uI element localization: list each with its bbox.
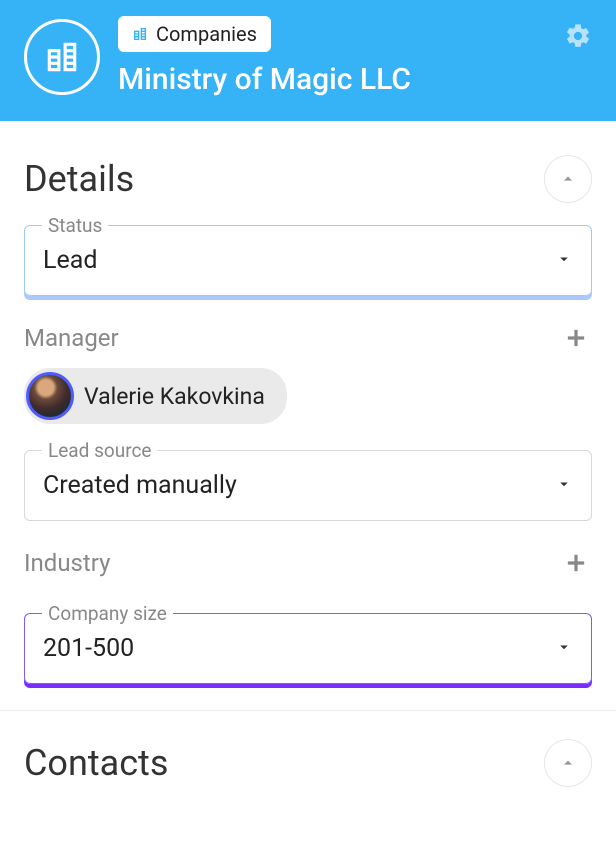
add-manager-button[interactable] [560,322,592,354]
company-size-field: Company size 201-500 [24,613,592,684]
gear-icon [564,22,592,50]
contacts-section-header: Contacts [24,711,592,787]
caret-down-icon [555,471,573,500]
manager-pill[interactable]: Valerie Kakovkina [24,368,287,424]
avatar [26,372,74,420]
status-field: Status Lead [24,225,592,296]
manager-row-header: Manager [24,322,592,354]
manager-label: Manager [24,324,119,352]
caret-down-icon [555,634,573,663]
chevron-up-icon [558,753,578,773]
caret-down-icon [555,246,573,275]
plus-icon [563,325,589,351]
company-avatar-circle [24,19,100,95]
settings-button[interactable] [564,22,592,50]
industry-row-header: Industry [24,547,592,579]
company-name: Ministry of Magic LLC [118,62,592,97]
chevron-up-icon [558,169,578,189]
manager-name: Valerie Kakovkina [84,383,265,410]
details-section-header: Details [24,155,592,203]
status-label: Status [42,214,108,237]
details-title: Details [24,158,134,200]
building-icon [132,26,148,42]
contacts-collapse-button[interactable] [544,739,592,787]
lead-source-label: Lead source [42,439,157,462]
company-size-label: Company size [42,602,173,625]
details-collapse-button[interactable] [544,155,592,203]
add-industry-button[interactable] [560,547,592,579]
details-panel: Details Status Lead Manager Valerie Kako… [0,121,616,787]
companies-chip[interactable]: Companies [118,16,271,52]
industry-label: Industry [24,549,110,577]
header-content: Companies Ministry of Magic LLC [118,16,592,97]
lead-source-field: Lead source Created manually [24,450,592,521]
company-size-value: 201-500 [43,634,134,663]
companies-chip-label: Companies [156,22,257,46]
plus-icon [563,550,589,576]
lead-source-value: Created manually [43,471,237,500]
manager-row: Valerie Kakovkina [24,368,592,424]
status-select[interactable]: Lead [24,225,592,296]
contacts-title: Contacts [24,742,168,784]
building-icon [43,38,81,76]
company-header: Companies Ministry of Magic LLC [0,0,616,121]
status-value: Lead [43,246,97,275]
